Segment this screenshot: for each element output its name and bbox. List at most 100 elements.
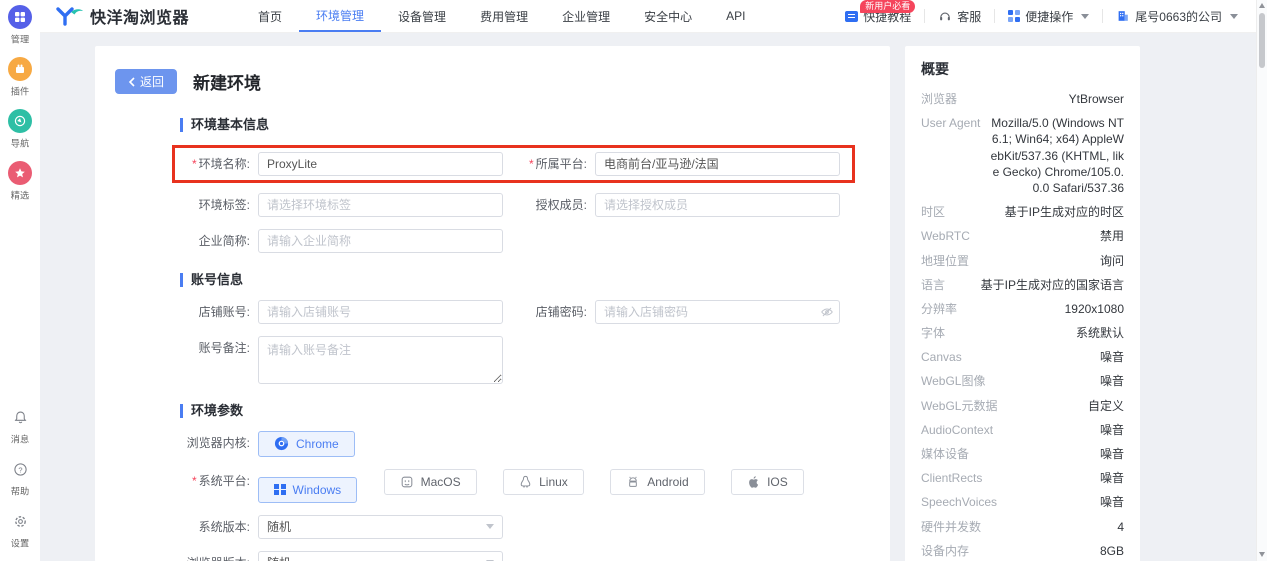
android-icon: [629, 476, 638, 487]
chrome-icon: [274, 437, 289, 451]
new-environment-form-card: 返回 新建环境 环境基本信息 *环境名称: *所属平台:: [95, 46, 890, 561]
env-tag-input[interactable]: [258, 192, 503, 217]
form-row: * 系统平台: Windows MacOS Linux Android IOS: [180, 468, 890, 503]
brand-logo[interactable]: 快洋淘浏览器: [55, 4, 189, 28]
summary-label: 设备内存: [921, 543, 970, 558]
field-env-name: * 环境名称:: [180, 151, 503, 176]
macos-icon: [401, 476, 412, 488]
required-mark: *: [191, 473, 197, 488]
summary-label: 媒体设备: [921, 447, 970, 461]
os-windows-button[interactable]: Windows: [258, 476, 358, 503]
gear-icon: [8, 509, 32, 533]
nav-item-security[interactable]: 安全中心: [627, 0, 709, 32]
rail-item-messages[interactable]: 消息: [8, 405, 32, 446]
rail-item-featured[interactable]: 精选: [8, 161, 32, 202]
rail-label: 精选: [10, 191, 30, 202]
shop-account-input[interactable]: [258, 299, 503, 324]
tutorial-link[interactable]: 新用户必看 快捷教程: [832, 0, 924, 25]
nav-item-devices[interactable]: 设备管理: [381, 0, 463, 32]
field-browser-kernel: 浏览器内核: Chrome: [180, 430, 377, 457]
os-ios-label: IOS: [767, 474, 788, 489]
nav-item-home[interactable]: 首页: [241, 0, 299, 32]
page-scrollbar[interactable]: [1256, 0, 1267, 561]
nav-item-api[interactable]: API: [709, 0, 762, 32]
os-macos-button[interactable]: MacOS: [383, 468, 477, 495]
star-icon: [8, 161, 32, 185]
summary-row: ClientRects 噪音: [921, 470, 1124, 486]
summary-label: WebGL图像: [921, 374, 986, 389]
rail-label: 插件: [10, 87, 30, 98]
members-input[interactable]: [595, 192, 840, 217]
os-button-group: Windows MacOS Linux Android IOS: [258, 468, 826, 503]
summary-value: 自定义: [1087, 398, 1124, 413]
nav-item-billing[interactable]: 费用管理: [463, 0, 545, 32]
rail-label: 设置: [10, 539, 30, 550]
app-window: 管理 插件 导航 精选 消息 ? 帮助 设置 快洋淘浏览器 首页 环境管理 设备…: [0, 0, 1267, 561]
os-version-select[interactable]: 随机: [258, 514, 503, 539]
shop-password-input[interactable]: [595, 299, 840, 324]
os-android-label: Android: [647, 474, 689, 489]
new-user-badge: 新用户必看: [860, 0, 916, 13]
quick-ops-menu[interactable]: 便捷操作: [995, 8, 1102, 25]
company-input[interactable]: [258, 228, 503, 253]
scrollbar-up-arrow-icon[interactable]: [1259, 3, 1265, 8]
browser-version-select[interactable]: 随机: [258, 550, 503, 561]
customer-service-link[interactable]: 客服: [925, 8, 994, 25]
summary-row: 字体 系统默认: [921, 325, 1124, 341]
platform-label: * 所属平台:: [528, 156, 587, 171]
summary-value: 基于IP生成对应的国家语言: [980, 277, 1124, 292]
summary-row: 地理位置 询问: [921, 253, 1124, 269]
plugin-icon: [8, 57, 32, 81]
nav-item-enterprise[interactable]: 企业管理: [545, 0, 627, 32]
field-os-platform: * 系统平台: Windows MacOS Linux Android IOS: [180, 468, 826, 503]
company-label: 企业简称:: [198, 233, 250, 248]
os-windows-label: Windows: [292, 482, 342, 497]
content-area: 返回 新建环境 环境基本信息 *环境名称: *所属平台:: [40, 33, 1267, 561]
rail-item-navigation[interactable]: 导航: [8, 109, 32, 150]
account-menu[interactable]: 尾号0663的公司: [1103, 8, 1251, 25]
field-members: 授权成员:: [517, 192, 840, 217]
field-shop-password: 店铺密码:: [517, 299, 840, 324]
summary-value: 基于IP生成对应的时区: [1004, 205, 1124, 220]
summary-row: WebGL图像 噪音: [921, 373, 1124, 389]
back-button-label: 返回: [140, 75, 165, 90]
summary-row: 硬件并发数 4: [921, 519, 1124, 535]
env-name-input[interactable]: [258, 151, 503, 176]
summary-value: 噪音: [1099, 374, 1124, 389]
summary-value: 噪音: [1099, 471, 1124, 486]
platform-input[interactable]: [595, 151, 840, 176]
nav-item-environment[interactable]: 环境管理: [299, 0, 382, 32]
summary-label: Canvas: [921, 350, 962, 365]
os-macos-label: MacOS: [420, 474, 461, 489]
rail-item-manage[interactable]: 管理: [8, 5, 32, 46]
os-ios-button[interactable]: IOS: [731, 468, 804, 495]
rail-item-plugins[interactable]: 插件: [8, 57, 32, 98]
back-button[interactable]: 返回: [115, 69, 178, 95]
env-tag-label: 环境标签:: [198, 197, 250, 212]
field-shop-account: 店铺账号:: [180, 299, 503, 324]
os-platform-label: * 系统平台:: [191, 473, 250, 488]
summary-row: WebRTC 禁用: [921, 228, 1124, 244]
account-note-textarea[interactable]: [258, 335, 503, 384]
summary-label: 浏览器: [921, 92, 958, 106]
form-row: 浏览器内核: Chrome: [180, 430, 890, 457]
rail-label: 导航: [10, 139, 30, 150]
summary-row: 分辨率 1920x1080: [921, 301, 1124, 317]
summary-label: ClientRects: [921, 471, 983, 486]
summary-row: 媒体设备 噪音: [921, 446, 1124, 462]
headset-icon: [940, 12, 951, 21]
form-row: 企业简称:: [180, 228, 890, 253]
os-android-button[interactable]: Android: [610, 468, 705, 495]
eye-off-icon[interactable]: [820, 305, 834, 324]
rail-item-help[interactable]: ? 帮助: [8, 457, 32, 498]
kernel-chrome-button[interactable]: Chrome: [258, 430, 355, 457]
chevron-down-icon: [1081, 13, 1090, 19]
rail-item-settings[interactable]: 设置: [8, 509, 32, 550]
form-row: 系统版本: 随机: [180, 514, 890, 539]
scrollbar-thumb[interactable]: [1259, 13, 1265, 68]
scrollbar-down-arrow-icon[interactable]: [1259, 552, 1265, 557]
field-os-version: 系统版本: 随机: [180, 514, 503, 539]
os-linux-button[interactable]: Linux: [503, 468, 584, 495]
summary-value: 系统默认: [1075, 326, 1124, 341]
field-account-note: 账号备注:: [180, 335, 503, 384]
